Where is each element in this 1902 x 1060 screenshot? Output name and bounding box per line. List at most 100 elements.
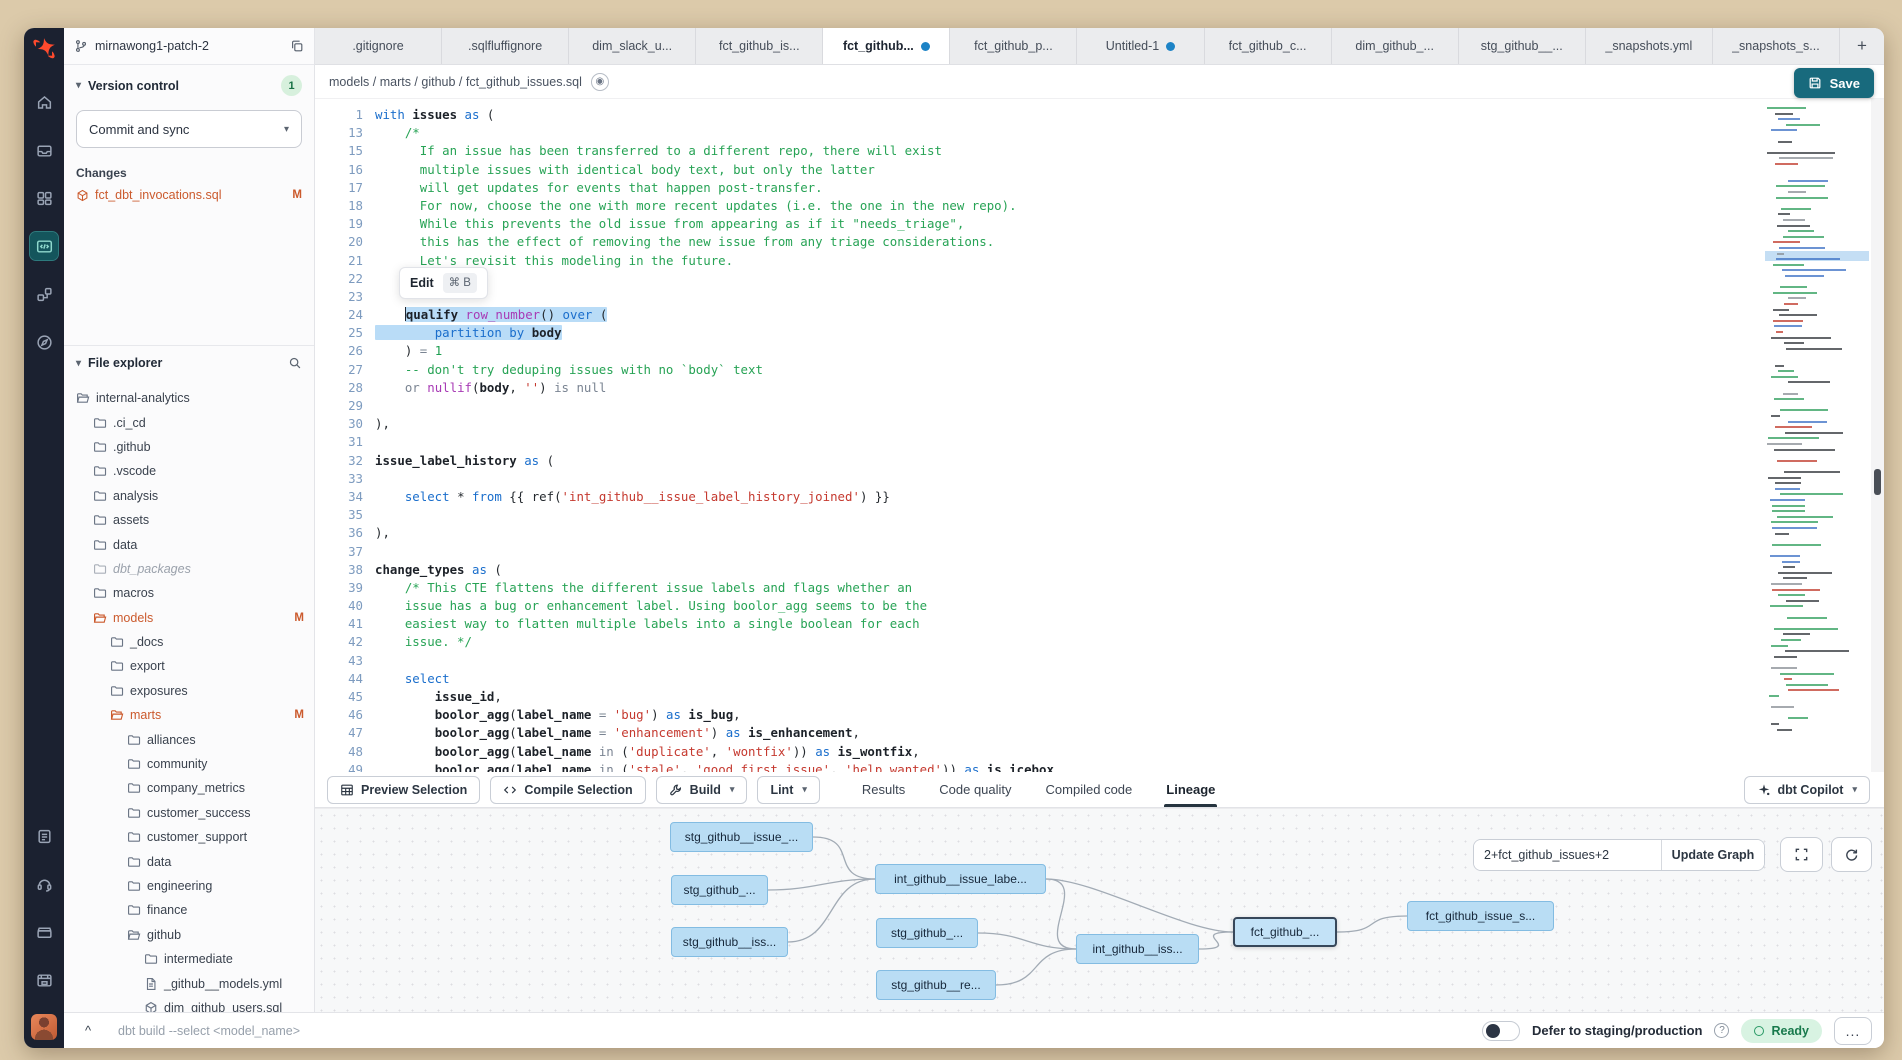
save-button[interactable]: Save [1794, 68, 1874, 98]
tree-item-customer-success[interactable]: customer_success [64, 801, 314, 825]
edit-tooltip-label[interactable]: Edit [410, 274, 434, 292]
tree-item-exposures[interactable]: exposures [64, 679, 314, 703]
lineage-node-fct-github-issue-s[interactable]: fct_github_issue_s... [1407, 901, 1554, 931]
tree-item-community[interactable]: community [64, 752, 314, 776]
editor-scrollbar[interactable] [1871, 99, 1884, 772]
defer-toggle[interactable] [1482, 1021, 1520, 1041]
develop-icon[interactable] [30, 232, 58, 260]
editor-tab-fct-github-is[interactable]: fct_github_is... [696, 28, 823, 64]
tab-results[interactable]: Results [862, 772, 905, 807]
inbox-icon[interactable] [30, 136, 58, 164]
lineage-search-input[interactable] [1474, 840, 1661, 870]
user-avatar[interactable] [31, 1014, 57, 1040]
scrollbar-thumb[interactable] [1874, 469, 1881, 495]
compile-selection-button[interactable]: Compile Selection [490, 776, 645, 804]
tree-item-analysis[interactable]: analysis [64, 484, 314, 508]
tab-compiled-code[interactable]: Compiled code [1046, 772, 1133, 807]
tree-item-github[interactable]: .github [64, 435, 314, 459]
save-button-label: Save [1830, 76, 1860, 91]
home-icon[interactable] [30, 88, 58, 116]
branch-name[interactable]: mirnawong1-patch-2 [95, 39, 283, 53]
stack-icon[interactable] [30, 918, 58, 946]
tree-item-assets[interactable]: assets [64, 508, 314, 532]
line-number: 31 [315, 433, 363, 451]
dbt-logo-icon[interactable] [31, 36, 57, 62]
update-graph-button[interactable]: Update Graph [1661, 840, 1764, 870]
search-icon[interactable] [288, 356, 302, 370]
commit-and-sync-button[interactable]: Commit and sync ▾ [76, 110, 302, 148]
fullscreen-button[interactable] [1780, 837, 1823, 872]
apps-icon[interactable] [30, 966, 58, 994]
lineage-node-int-github-issue-labe[interactable]: int_github__issue_labe... [875, 864, 1046, 894]
editor-tab-fct-github-p[interactable]: fct_github_p... [950, 28, 1077, 64]
format-icon[interactable]: ◉ [591, 73, 609, 91]
editor-tab-dim-slack-u[interactable]: dim_slack_u... [569, 28, 696, 64]
editor-tab-fct-github[interactable]: fct_github... [823, 28, 950, 64]
dashboard-icon[interactable] [30, 184, 58, 212]
lint-button[interactable]: Lint▾ [757, 776, 819, 804]
collapse-panel-button[interactable]: ^ [70, 1023, 106, 1038]
tree-item-ci-cd[interactable]: .ci_cd [64, 410, 314, 434]
dbt-copilot-button[interactable]: dbt Copilot ▾ [1744, 776, 1870, 804]
fullscreen-icon [1794, 847, 1809, 862]
tree-item-data[interactable]: data [64, 849, 314, 873]
version-control-header[interactable]: ▾ Version control 1 [76, 75, 302, 96]
tree-item-internal-analytics[interactable]: internal-analytics [64, 386, 314, 410]
help-icon[interactable]: ? [1714, 1023, 1729, 1038]
tree-item-marts[interactable]: martsM [64, 703, 314, 727]
editor-tab-fct-github-c[interactable]: fct_github_c... [1205, 28, 1332, 64]
tree-item-finance[interactable]: finance [64, 898, 314, 922]
editor-tab-stg-github[interactable]: stg_github__... [1459, 28, 1586, 64]
tree-item-export[interactable]: export [64, 654, 314, 678]
copy-icon[interactable] [290, 39, 304, 53]
file-icon [144, 977, 158, 991]
new-tab-button[interactable]: + [1840, 28, 1884, 64]
tree-item-docs[interactable]: _docs [64, 630, 314, 654]
support-icon[interactable] [30, 870, 58, 898]
tree-item-engineering[interactable]: engineering [64, 874, 314, 898]
tree-item-github[interactable]: github [64, 923, 314, 947]
lineage-canvas[interactable]: Update Graph stg_github__issue_... stg_gi… [315, 808, 1884, 1012]
editor-tab-gitignore[interactable]: .gitignore [315, 28, 442, 64]
notes-icon[interactable] [30, 822, 58, 850]
lineage-node-stg-github-issue[interactable]: stg_github__issue_... [670, 822, 813, 852]
editor-tab-snapshots-yml[interactable]: _snapshots.yml [1586, 28, 1713, 64]
build-button[interactable]: Build▾ [656, 776, 748, 804]
tree-item-macros[interactable]: macros [64, 581, 314, 605]
more-options-button[interactable]: ... [1834, 1017, 1872, 1045]
dbt-command-input[interactable] [118, 1024, 1470, 1038]
breadcrumb[interactable]: models / marts / github / fct_github_iss… [329, 75, 582, 89]
tree-item-alliances[interactable]: alliances [64, 727, 314, 751]
preview-selection-button[interactable]: Preview Selection [327, 776, 480, 804]
tree-item-github-models-yml[interactable]: _github__models.yml [64, 971, 314, 995]
changed-file-fct-dbt-invocations-sql[interactable]: fct_dbt_invocations.sqlM [76, 188, 302, 202]
file-explorer-header[interactable]: ▾ File explorer [64, 346, 314, 380]
explore-icon[interactable] [30, 328, 58, 356]
tree-item-company-metrics[interactable]: company_metrics [64, 776, 314, 800]
editor-tab-dim-github[interactable]: dim_github_... [1332, 28, 1459, 64]
lineage-node-int-github-iss[interactable]: int_github__iss... [1076, 934, 1199, 964]
refresh-button[interactable] [1831, 837, 1872, 872]
tree-item-dim-github-users-sql[interactable]: dim_github_users.sql [64, 996, 314, 1012]
editor-tab-sqlfluffignore[interactable]: .sqlfluffignore [442, 28, 569, 64]
tab-lineage[interactable]: Lineage [1166, 772, 1215, 807]
editor-tab-snapshots-s[interactable]: _snapshots_s... [1713, 28, 1840, 64]
lineage-node-stg-github[interactable]: stg_github_... [671, 875, 768, 905]
tree-item-customer-support[interactable]: customer_support [64, 825, 314, 849]
lineage-node-stg-github-re[interactable]: stg_github__re... [876, 970, 996, 1000]
line-number: 1 [315, 106, 363, 124]
lineage-node-fct-github[interactable]: fct_github_... [1233, 917, 1337, 947]
tree-item-models[interactable]: modelsM [64, 606, 314, 630]
lineage-node-stg-github-iss[interactable]: stg_github__iss... [671, 927, 788, 957]
editor-tab-untitled-1[interactable]: Untitled-1 [1077, 28, 1204, 64]
minimap[interactable] [1765, 103, 1869, 768]
tree-item-vscode[interactable]: .vscode [64, 459, 314, 483]
version-control-title: Version control [88, 79, 179, 93]
tree-item-intermediate[interactable]: intermediate [64, 947, 314, 971]
tree-item-dbt-packages[interactable]: dbt_packages [64, 557, 314, 581]
code-editor[interactable]: 1131516171819202122232425262728293031323… [315, 99, 1884, 772]
lineage-node-stg-github[interactable]: stg_github_... [876, 918, 978, 948]
tab-code-quality[interactable]: Code quality [939, 772, 1011, 807]
orchestrate-icon[interactable] [30, 280, 58, 308]
tree-item-data[interactable]: data [64, 532, 314, 556]
